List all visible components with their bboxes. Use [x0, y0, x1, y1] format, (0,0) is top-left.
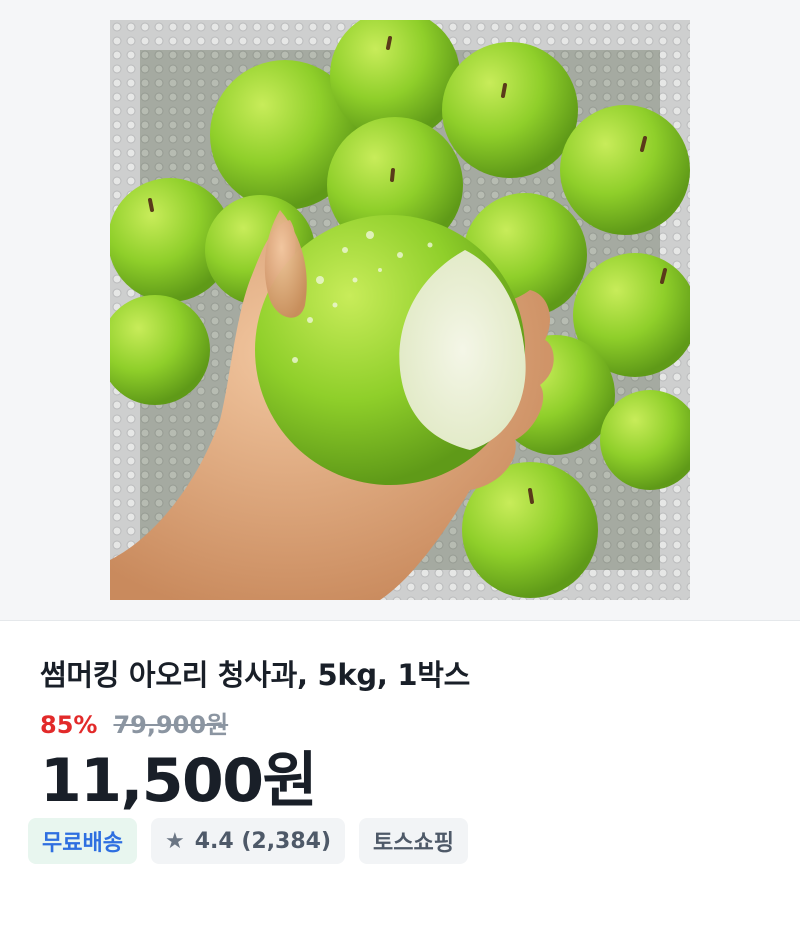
store-badge[interactable]: 토스쇼핑	[359, 818, 469, 864]
product-hero	[0, 0, 800, 621]
price-row: 85% 79,900원	[40, 705, 760, 740]
sale-price: 11,500원	[40, 746, 318, 816]
product-info: 썸머킹 아오리 청사과, 5kg, 1박스 85% 79,900원 11,500…	[0, 621, 800, 864]
free-shipping-label: 무료배송	[42, 831, 123, 856]
product-image[interactable]	[110, 20, 690, 600]
original-price: 79,900원	[113, 711, 229, 739]
discount-rate: 85%	[40, 711, 98, 739]
rating-value: 4.4 (2,384)	[194, 828, 332, 854]
store-name: 토스쇼핑	[373, 831, 455, 856]
star-icon: ★	[164, 828, 185, 854]
apple-photo-illustration	[110, 20, 690, 600]
tag-list: 무료배송 ★ 4.4 (2,384) 토스쇼핑	[28, 818, 760, 864]
free-shipping-badge: 무료배송	[28, 818, 137, 864]
rating-badge[interactable]: ★ 4.4 (2,384)	[150, 818, 346, 864]
product-title: 썸머킹 아오리 청사과, 5kg, 1박스	[40, 658, 471, 692]
